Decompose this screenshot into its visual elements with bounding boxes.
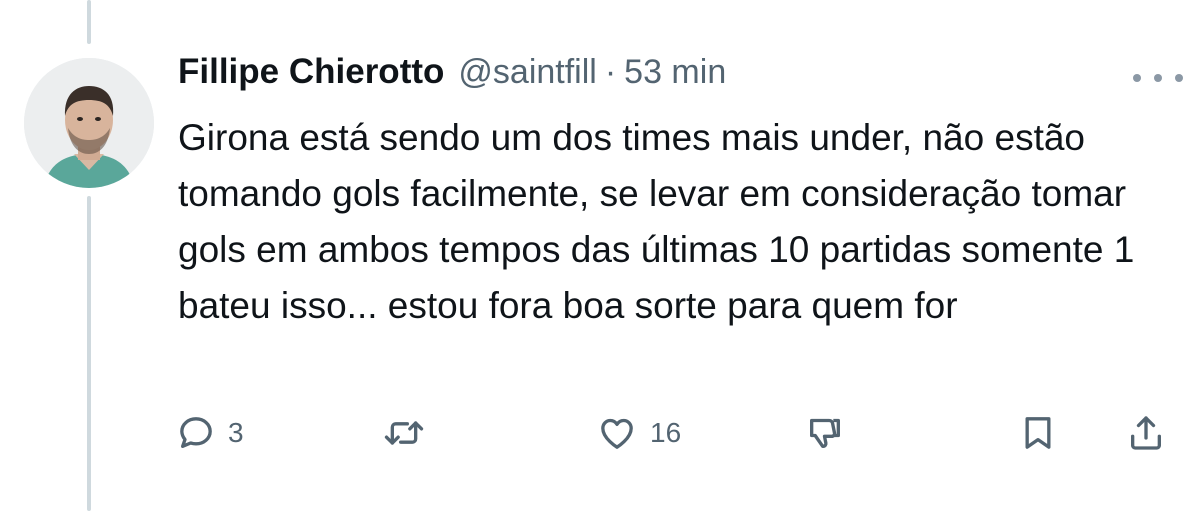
more-dots-icon[interactable] — [1133, 66, 1183, 90]
more-dot — [1154, 74, 1162, 82]
retweet-button[interactable] — [382, 408, 438, 458]
tweet-time[interactable]: 53 min — [624, 53, 726, 92]
header-separator: · — [604, 53, 617, 91]
tweet-text: Girona está sendo um dos times mais unde… — [178, 117, 1135, 326]
thread-line-top — [87, 0, 91, 44]
tweet[interactable]: Fillipe Chierotto @saintfill · 53 min Gi… — [178, 52, 1183, 334]
reply-button[interactable]: 3 — [176, 408, 244, 458]
author-name[interactable]: Fillipe Chierotto — [178, 52, 444, 92]
retweet-arrows-icon — [382, 413, 426, 453]
bookmark-button[interactable] — [1018, 408, 1058, 458]
tweet-actions: 3 16 — [176, 408, 1176, 458]
thumbs-down-icon — [804, 413, 846, 453]
more-dot — [1133, 74, 1141, 82]
avatar[interactable] — [24, 58, 154, 188]
author-handle[interactable]: @saintfill — [458, 53, 596, 92]
more-dot — [1175, 74, 1183, 82]
avatar-image — [24, 58, 154, 188]
dislike-button[interactable] — [804, 408, 846, 458]
like-count: 16 — [650, 417, 682, 448]
thread-line-bottom — [87, 196, 91, 511]
tweet-header: Fillipe Chierotto @saintfill · 53 min — [178, 52, 1178, 104]
heart-icon — [596, 413, 638, 453]
reply-count: 3 — [228, 417, 244, 448]
share-button[interactable] — [1126, 408, 1166, 458]
share-upload-icon — [1126, 413, 1166, 453]
bookmark-icon — [1018, 413, 1058, 453]
like-button[interactable]: 16 — [596, 408, 681, 458]
reply-bubble-icon — [176, 413, 216, 453]
